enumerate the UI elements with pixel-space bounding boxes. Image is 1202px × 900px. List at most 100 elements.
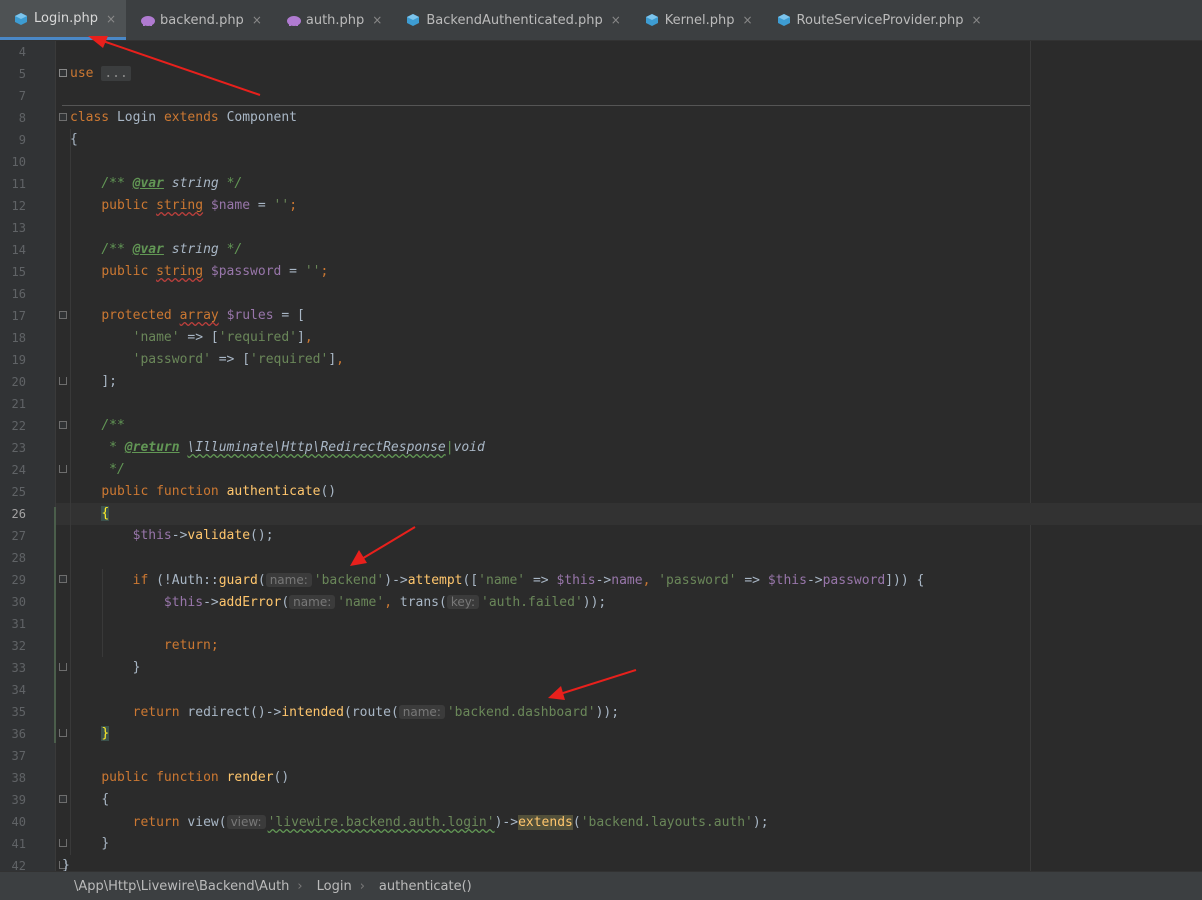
string-literal: '' (304, 264, 321, 279)
code-line: 4 (0, 41, 1202, 63)
fold-icon[interactable] (59, 113, 67, 121)
breadcrumb-class[interactable]: Login (317, 879, 352, 894)
close-brace: } (101, 836, 110, 851)
fold-icon[interactable] (59, 575, 67, 583)
string-literal: 'required' (250, 352, 329, 367)
method-call: extends (518, 815, 573, 830)
close-icon[interactable]: × (742, 13, 752, 27)
operator: => (736, 573, 768, 588)
doc-comment: * (101, 440, 125, 455)
breadcrumb-method[interactable]: authenticate() (379, 879, 472, 894)
tab-routeserviceprovider-php[interactable]: RouteServiceProvider.php × (763, 0, 992, 40)
code-line: 34 (0, 679, 1202, 701)
tab-backend-php[interactable]: backend.php × (126, 0, 272, 40)
tab-login-php[interactable]: Login.php × (0, 0, 127, 40)
fold-icon[interactable] (59, 421, 67, 429)
line-number: 41 (11, 837, 26, 851)
code-line: 21 (0, 393, 1202, 415)
php-class-icon (777, 13, 791, 27)
doc-type: string (163, 242, 227, 257)
fold-expand-icon[interactable] (59, 69, 67, 77)
this-var: $this (556, 573, 596, 588)
code-line: 37 (0, 745, 1202, 767)
operator: -> (392, 573, 408, 588)
line-number: 15 (11, 265, 26, 279)
line-number: 20 (11, 375, 26, 389)
property-access: password (822, 573, 886, 588)
line-number: 28 (11, 551, 26, 565)
line-number: 17 (11, 309, 26, 323)
fold-end-icon[interactable] (59, 465, 67, 473)
if-keyword: if (132, 573, 149, 588)
doc-tag: @var (132, 242, 164, 257)
fold-icon[interactable] (59, 311, 67, 319)
doc-comment: */ (101, 462, 125, 477)
parameter-hint: name: (398, 705, 445, 719)
fold-end-icon[interactable] (59, 663, 67, 671)
line-number: 18 (11, 331, 26, 345)
line-number: 38 (11, 771, 26, 785)
code-line: 20 ]; (0, 371, 1202, 393)
collapsed-imports[interactable]: ... (101, 66, 131, 81)
breadcrumb-namespace[interactable]: \App\Http\Livewire\Backend\Auth (74, 879, 289, 894)
string-literal: '' (273, 198, 290, 213)
doc-type: \Illuminate\Http\RedirectResponse (187, 440, 446, 455)
code-line: 33 } (0, 657, 1202, 679)
class-keyword: class (70, 110, 110, 125)
code-line: 5 use ... (0, 63, 1202, 85)
breadcrumb-separator: › (297, 878, 303, 894)
doc-comment: | (445, 440, 454, 455)
close-array: ]; (101, 374, 117, 389)
line-number: 11 (11, 177, 26, 191)
semicolon: ; (320, 264, 329, 279)
fold-end-icon[interactable] (59, 729, 67, 737)
close-icon[interactable]: × (252, 13, 262, 27)
code-line: 40 return view(view:'livewire.backend.au… (0, 811, 1202, 833)
fold-end-icon[interactable] (59, 377, 67, 385)
editor-tab-bar: Login.php × backend.php × auth.php × Bac… (0, 0, 1202, 41)
string-literal: 'name' (478, 573, 526, 588)
close-icon[interactable]: × (972, 13, 982, 27)
code-line: 8 class Login extends Component (0, 107, 1202, 129)
close-icon[interactable]: × (372, 13, 382, 27)
code-text: ); (752, 815, 769, 830)
operator: -> (203, 595, 219, 610)
tab-kernel-php[interactable]: Kernel.php × (631, 0, 763, 40)
line-number: 21 (11, 397, 26, 411)
method-call: addError (218, 595, 282, 610)
code-editor[interactable]: 4 5 use ... 7 8 class Login extends Comp… (0, 41, 1202, 871)
tab-label: BackendAuthenticated.php (426, 12, 603, 28)
code-line: 15 public string $password = ''; (0, 261, 1202, 283)
doc-type: string (163, 176, 227, 191)
fold-end-icon[interactable] (59, 839, 67, 847)
code-line: 41 } (0, 833, 1202, 855)
close-icon[interactable]: × (611, 13, 621, 27)
line-number: 34 (11, 683, 26, 697)
function-keyword: function (156, 484, 219, 499)
parameter-hint: key: (446, 595, 480, 609)
line-number: 31 (11, 617, 26, 631)
line-number: 30 (11, 595, 26, 609)
operator: = [ (273, 308, 305, 323)
line-number: 14 (11, 243, 26, 257)
method-call: validate (187, 528, 251, 543)
function-call: view (187, 815, 219, 830)
tab-auth-php[interactable]: auth.php × (272, 0, 392, 40)
tab-backendauthenticated-php[interactable]: BackendAuthenticated.php × (392, 0, 630, 40)
line-number: 35 (11, 705, 26, 719)
fold-icon[interactable] (59, 795, 67, 803)
close-icon[interactable]: × (106, 12, 116, 26)
line-number: 24 (11, 463, 26, 477)
code-text: ([ (462, 573, 479, 588)
string-literal: 'password' (132, 352, 211, 367)
code-line: 31 (0, 613, 1202, 635)
breadcrumb-separator: › (359, 878, 365, 894)
line-number: 37 (11, 749, 26, 763)
operator: -> (171, 528, 188, 543)
code-line: 32 return; (0, 635, 1202, 657)
php-class-icon (406, 13, 420, 27)
line-number: 5 (18, 67, 26, 81)
open-brace: { (101, 792, 110, 807)
line-number: 9 (18, 133, 26, 147)
php-class-icon (14, 12, 28, 26)
